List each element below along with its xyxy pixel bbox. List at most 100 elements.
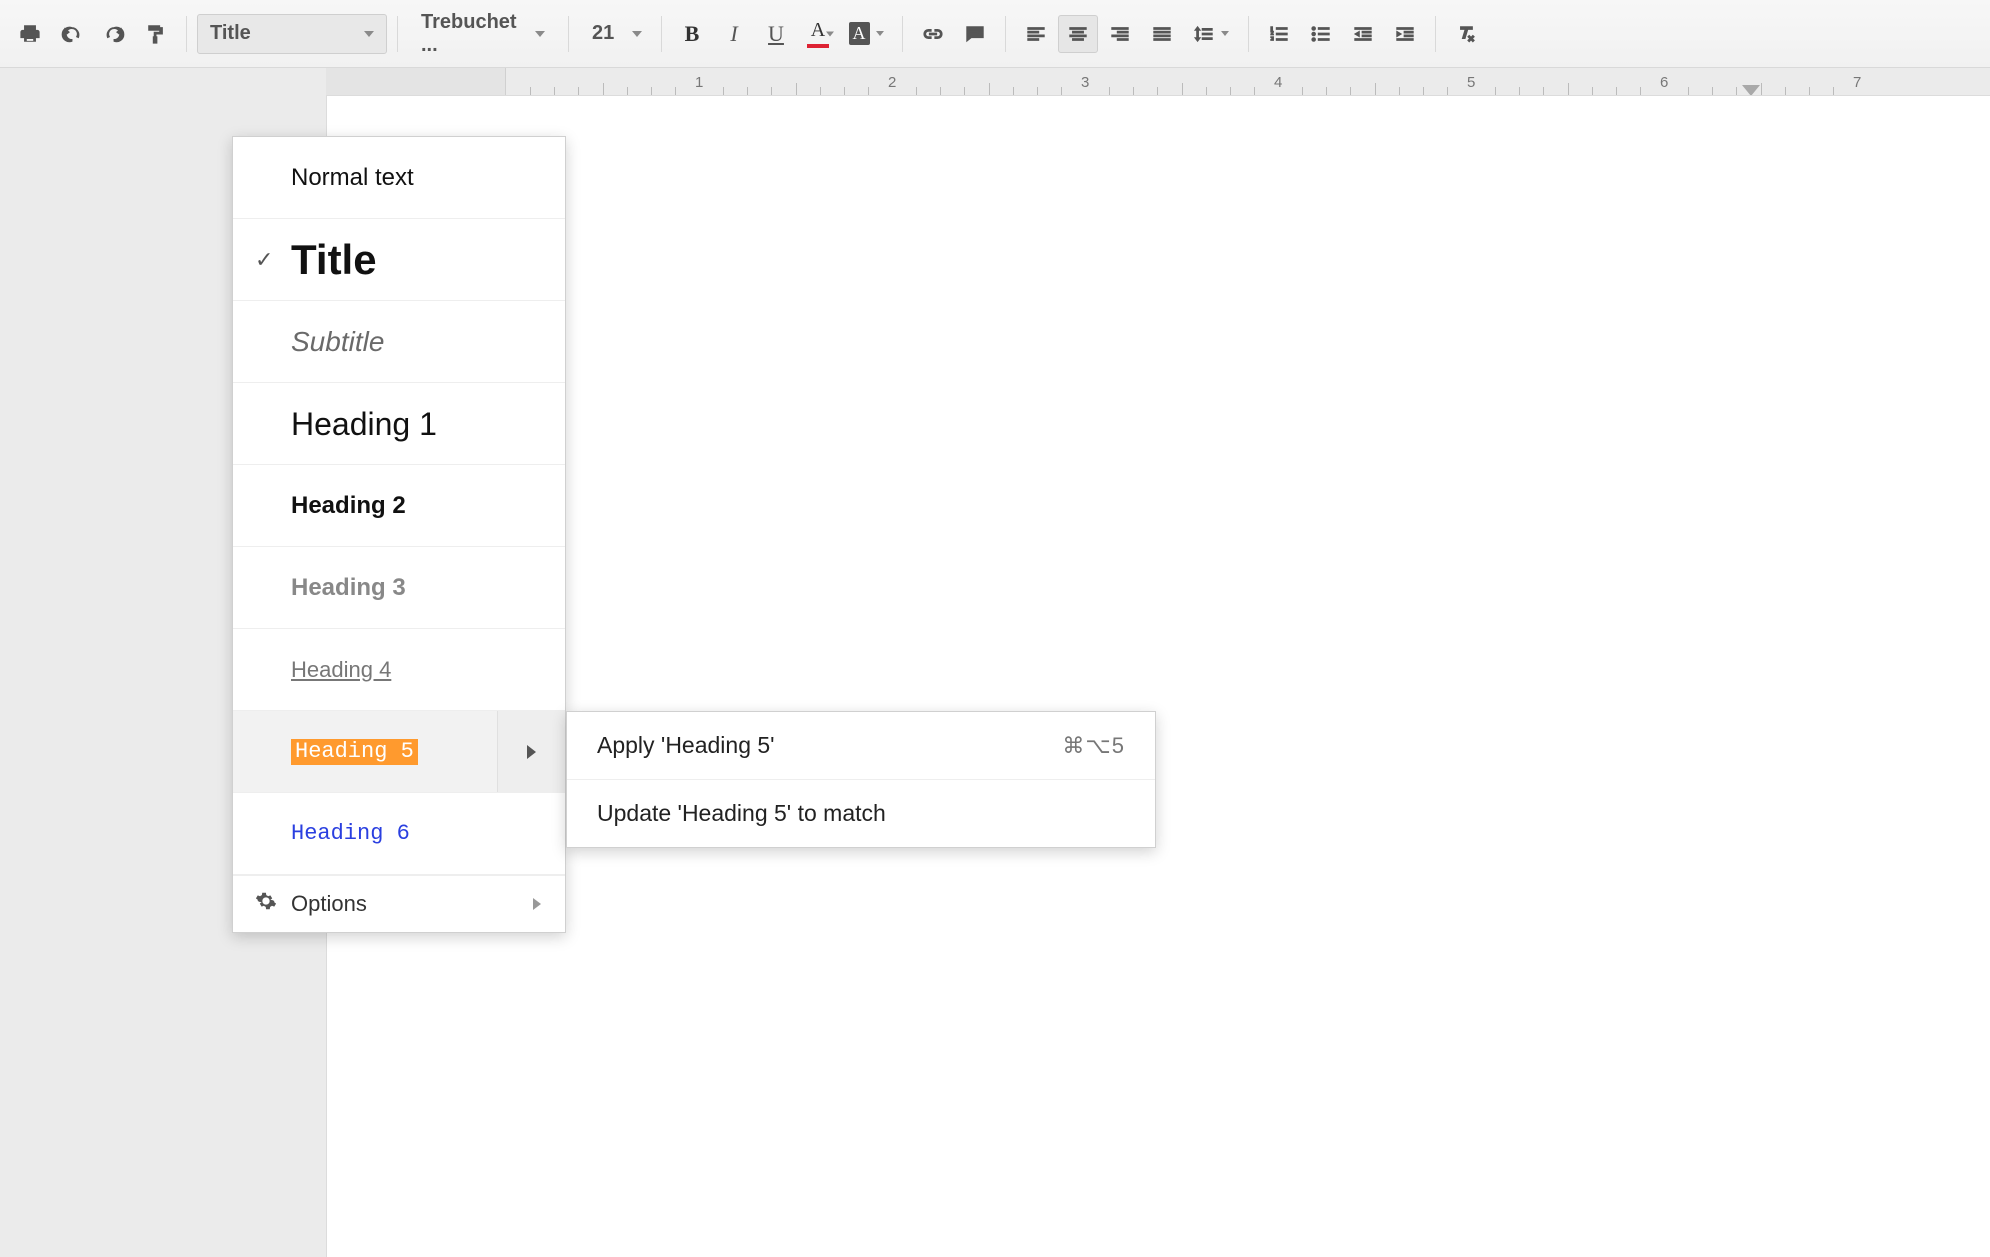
style-menu-item-label: Heading 1	[291, 408, 437, 440]
ruler-tick	[554, 87, 555, 95]
text-color-button[interactable]: A	[798, 15, 838, 53]
style-menu-item[interactable]: Heading 1	[233, 383, 565, 465]
separator	[1435, 16, 1436, 52]
ruler-tick	[1423, 87, 1424, 95]
style-menu-item-label: Heading 5	[291, 739, 418, 765]
undo-icon	[61, 23, 83, 45]
print-button[interactable]	[10, 15, 50, 53]
font-family-select[interactable]: Trebuchet ...	[408, 14, 558, 54]
paragraph-style-select[interactable]: Title	[197, 14, 387, 54]
ruler-tick	[1736, 87, 1737, 95]
outdent-icon	[1352, 23, 1374, 45]
decrease-indent-button[interactable]	[1343, 15, 1383, 53]
style-menu-item[interactable]: Heading 3	[233, 547, 565, 629]
ruler-number: 7	[1853, 74, 1861, 91]
ruler-tick	[940, 87, 941, 95]
ruler-right-indent-marker[interactable]	[1742, 85, 1760, 96]
underline-button[interactable]: U	[756, 15, 796, 53]
italic-button[interactable]: I	[714, 15, 754, 53]
insert-comment-button[interactable]	[955, 15, 995, 53]
clear-formatting-button[interactable]	[1446, 15, 1486, 53]
ruler-tick	[1182, 83, 1183, 95]
align-justify-button[interactable]	[1142, 15, 1182, 53]
clear-formatting-icon	[1455, 23, 1477, 45]
underline-icon: U	[768, 21, 784, 47]
ruler-tick	[1568, 83, 1569, 95]
style-menu-item-label: Normal text	[291, 166, 414, 190]
ruler-tick	[1157, 87, 1158, 95]
bulleted-list-button[interactable]	[1301, 15, 1341, 53]
paint-format-button[interactable]	[136, 15, 176, 53]
ruler-tick	[1109, 87, 1110, 95]
ruler-tick	[1809, 87, 1810, 95]
style-menu-item[interactable]: Subtitle	[233, 301, 565, 383]
ruler-tick	[1375, 83, 1376, 95]
ruler-tick	[1712, 87, 1713, 95]
align-center-button[interactable]	[1058, 15, 1098, 53]
caret-down-icon	[535, 31, 545, 37]
page-canvas[interactable]	[326, 96, 1990, 1257]
caret-down-icon	[632, 31, 642, 37]
style-menu-options[interactable]: Options	[233, 875, 565, 932]
gear-icon	[255, 890, 277, 918]
style-menu-item[interactable]: Heading 2	[233, 465, 565, 547]
redo-button[interactable]	[94, 15, 134, 53]
apply-heading5-item[interactable]: Apply 'Heading 5' ⌘⌥5	[567, 712, 1155, 780]
update-heading5-item[interactable]: Update 'Heading 5' to match	[567, 780, 1155, 847]
ruler-tick	[1037, 87, 1038, 95]
caret-down-icon	[876, 31, 884, 36]
ruler-tick	[868, 87, 869, 95]
line-spacing-button[interactable]	[1184, 15, 1238, 53]
bulleted-list-icon	[1310, 23, 1332, 45]
style-menu-item[interactable]: Heading 6	[233, 793, 565, 875]
ruler-tick	[771, 87, 772, 95]
ruler-tick	[627, 87, 628, 95]
align-center-icon	[1067, 23, 1089, 45]
style-menu-item[interactable]: ✓Title	[233, 219, 565, 301]
ruler-tick	[1399, 87, 1400, 95]
align-right-icon	[1109, 23, 1131, 45]
bold-button[interactable]: B	[672, 15, 712, 53]
style-menu-item-label: Heading 2	[291, 494, 406, 518]
style-menu-item-label: Heading 6	[291, 823, 410, 845]
numbered-list-button[interactable]	[1259, 15, 1299, 53]
separator	[186, 16, 187, 52]
ruler-tick	[796, 83, 797, 95]
toolbar: Title Trebuchet ... 21 B I U A A	[0, 0, 1990, 68]
ruler-number: 5	[1467, 74, 1475, 91]
ruler-tick	[1640, 87, 1641, 95]
style-menu-item[interactable]: Heading 5	[233, 711, 565, 793]
bold-icon: B	[685, 21, 700, 47]
align-right-button[interactable]	[1100, 15, 1140, 53]
font-size-select[interactable]: 21	[579, 14, 651, 54]
separator	[1248, 16, 1249, 52]
style-menu-item[interactable]: Normal text	[233, 137, 565, 219]
align-left-button[interactable]	[1016, 15, 1056, 53]
ruler-tick	[1761, 83, 1762, 95]
apply-heading5-label: Apply 'Heading 5'	[597, 732, 775, 759]
caret-down-icon	[826, 31, 834, 36]
ruler-tick	[1833, 87, 1834, 95]
highlight-color-button[interactable]: A	[840, 15, 892, 53]
ruler-tick	[1133, 87, 1134, 95]
insert-link-button[interactable]	[913, 15, 953, 53]
link-icon	[922, 23, 944, 45]
separator	[661, 16, 662, 52]
ruler-tick	[989, 83, 990, 95]
document-area: 1234567	[326, 68, 1990, 1257]
ruler-number: 6	[1660, 74, 1668, 91]
style-menu-options-label: Options	[291, 891, 367, 917]
increase-indent-button[interactable]	[1385, 15, 1425, 53]
style-menu-item[interactable]: Heading 4	[233, 629, 565, 711]
horizontal-ruler[interactable]: 1234567	[326, 68, 1990, 96]
ruler-tick	[1254, 87, 1255, 95]
ruler-tick	[1230, 87, 1231, 95]
highlight-icon: A	[849, 22, 870, 45]
submenu-expand-button[interactable]	[497, 711, 565, 792]
ruler-tick	[747, 87, 748, 95]
ruler-number: 3	[1081, 74, 1089, 91]
caret-down-icon	[1221, 31, 1229, 36]
separator	[397, 16, 398, 52]
caret-down-icon	[364, 31, 374, 37]
undo-button[interactable]	[52, 15, 92, 53]
